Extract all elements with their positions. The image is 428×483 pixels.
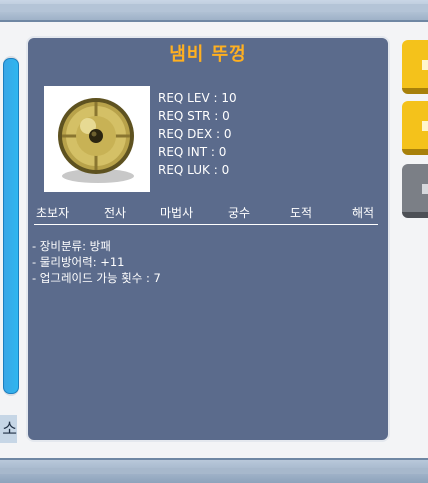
divider	[34, 224, 378, 225]
req-level: REQ LEV : 10	[158, 91, 237, 105]
req-luk: REQ LUK : 0	[158, 163, 230, 177]
scrollbar-thumb[interactable]	[3, 58, 19, 394]
side-yellow-button-1[interactable]	[402, 40, 428, 94]
job-archer: 궁수	[228, 206, 251, 220]
bottom-bar-stripe	[0, 468, 428, 474]
job-pirate: 해적	[352, 206, 375, 220]
item-name: 냄비 뚜껑	[169, 44, 247, 65]
pot-lid-shield-icon	[58, 98, 134, 183]
item-description: - 장비분류: 방패 - 물리방어력: +11 - 업그레이드 가능 횟수 : …	[32, 238, 161, 286]
side-tab-label[interactable]: 소	[0, 415, 17, 443]
job-magician: 마법사	[160, 206, 194, 220]
job-thief: 도적	[290, 206, 313, 220]
requirements-list: REQ LEV : 10 REQ STR : 0 REQ DEX : 0 REQ…	[158, 89, 237, 179]
desc-category: - 장비분류: 방패	[32, 239, 111, 253]
req-str: REQ STR : 0	[158, 109, 230, 123]
side-gray-button[interactable]	[402, 164, 428, 218]
top-bar-stripe	[0, 4, 428, 12]
desc-defense: - 물리방어력: +11	[32, 255, 125, 269]
job-list: 초보자 전사 마법사 궁수 도적 해적	[36, 204, 380, 220]
req-dex: REQ DEX : 0	[158, 127, 232, 141]
side-yellow-button-2[interactable]	[402, 101, 428, 155]
job-warrior: 전사	[104, 206, 127, 220]
item-icon-box	[44, 86, 150, 192]
req-int: REQ INT : 0	[158, 145, 227, 159]
job-beginner: 초보자	[36, 206, 70, 220]
desc-upgrade-slots: - 업그레이드 가능 횟수 : 7	[32, 271, 161, 285]
